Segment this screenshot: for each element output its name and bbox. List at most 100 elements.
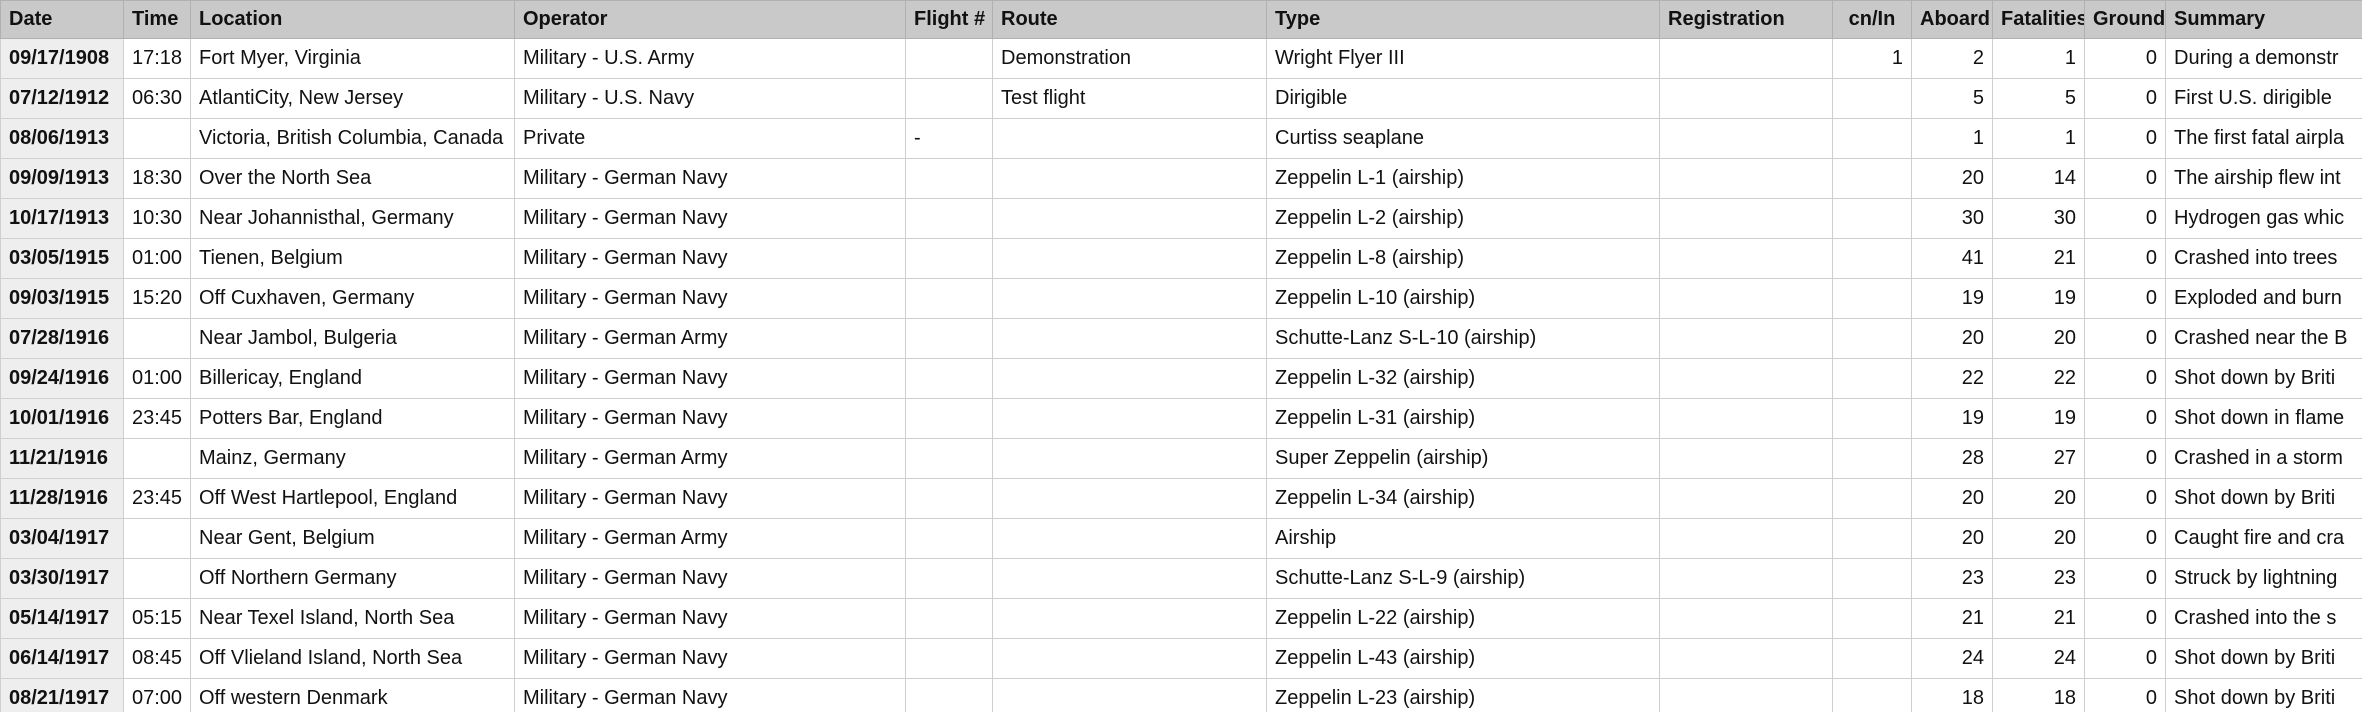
cell-flight-number[interactable] [905,638,993,679]
cell-location[interactable]: Potters Bar, England [190,398,515,439]
cell-date[interactable]: 03/05/1915 [0,238,124,279]
cell-flight-number[interactable] [905,278,993,319]
cell-registration[interactable] [1659,78,1833,119]
cell-summary[interactable]: Crashed into the s [2165,598,2362,639]
cell-route[interactable] [992,438,1267,479]
cell-date[interactable]: 09/24/1916 [0,358,124,399]
cell-time[interactable]: 01:00 [123,238,191,279]
column-header-summary[interactable]: Summary [2165,0,2362,39]
cell-flight-number[interactable] [905,198,993,239]
cell-ground[interactable]: 0 [2084,398,2166,439]
cell-fatalities[interactable]: 24 [1992,638,2085,679]
cell-cn-in[interactable] [1832,438,1912,479]
cell-route[interactable] [992,638,1267,679]
cell-route[interactable] [992,478,1267,519]
cell-aboard[interactable]: 20 [1911,158,1993,199]
cell-operator[interactable]: Military - German Navy [514,358,906,399]
cell-date[interactable]: 03/30/1917 [0,558,124,599]
cell-operator[interactable]: Military - German Navy [514,598,906,639]
cell-cn-in[interactable] [1832,518,1912,559]
column-header-location[interactable]: Location [190,0,515,39]
cell-location[interactable]: Off West Hartlepool, England [190,478,515,519]
cell-type[interactable]: Zeppelin L-1 (airship) [1266,158,1660,199]
cell-fatalities[interactable]: 20 [1992,318,2085,359]
cell-registration[interactable] [1659,158,1833,199]
cell-aboard[interactable]: 24 [1911,638,1993,679]
cell-fatalities[interactable]: 5 [1992,78,2085,119]
cell-type[interactable]: Airship [1266,518,1660,559]
cell-operator[interactable]: Military - German Navy [514,558,906,599]
cell-fatalities[interactable]: 22 [1992,358,2085,399]
column-header-operator[interactable]: Operator [514,0,906,39]
cell-operator[interactable]: Military - German Navy [514,638,906,679]
cell-time[interactable]: 07:00 [123,678,191,712]
cell-location[interactable]: Near Texel Island, North Sea [190,598,515,639]
cell-summary[interactable]: First U.S. dirigible [2165,78,2362,119]
cell-route[interactable] [992,558,1267,599]
cell-fatalities[interactable]: 21 [1992,238,2085,279]
cell-aboard[interactable]: 19 [1911,278,1993,319]
cell-registration[interactable] [1659,398,1833,439]
column-header-aboard[interactable]: Aboard [1911,0,1993,39]
cell-operator[interactable]: Military - U.S. Navy [514,78,906,119]
cell-type[interactable]: Schutte-Lanz S-L-10 (airship) [1266,318,1660,359]
cell-ground[interactable]: 0 [2084,318,2166,359]
cell-route[interactable]: Test flight [992,78,1267,119]
cell-registration[interactable] [1659,678,1833,712]
cell-route[interactable] [992,398,1267,439]
cell-operator[interactable]: Private [514,118,906,159]
cell-time[interactable]: 01:00 [123,358,191,399]
cell-time[interactable] [123,318,191,359]
cell-time[interactable] [123,518,191,559]
cell-ground[interactable]: 0 [2084,558,2166,599]
cell-fatalities[interactable]: 1 [1992,118,2085,159]
cell-type[interactable]: Schutte-Lanz S-L-9 (airship) [1266,558,1660,599]
cell-ground[interactable]: 0 [2084,198,2166,239]
cell-registration[interactable] [1659,638,1833,679]
cell-aboard[interactable]: 20 [1911,478,1993,519]
cell-ground[interactable]: 0 [2084,238,2166,279]
cell-flight-number[interactable] [905,318,993,359]
cell-type[interactable]: Zeppelin L-8 (airship) [1266,238,1660,279]
cell-ground[interactable]: 0 [2084,38,2166,79]
cell-time[interactable] [123,118,191,159]
cell-aboard[interactable]: 22 [1911,358,1993,399]
cell-ground[interactable]: 0 [2084,118,2166,159]
cell-cn-in[interactable]: 1 [1832,38,1912,79]
cell-time[interactable]: 23:45 [123,398,191,439]
cell-date[interactable]: 09/09/1913 [0,158,124,199]
cell-cn-in[interactable] [1832,158,1912,199]
cell-flight-number[interactable] [905,678,993,712]
cell-flight-number[interactable] [905,358,993,399]
cell-operator[interactable]: Military - German Navy [514,678,906,712]
cell-route[interactable] [992,318,1267,359]
cell-flight-number[interactable]: - [905,118,993,159]
cell-registration[interactable] [1659,238,1833,279]
column-header-time[interactable]: Time [123,0,191,39]
cell-location[interactable]: Billericay, England [190,358,515,399]
cell-route[interactable] [992,158,1267,199]
cell-operator[interactable]: Military - German Navy [514,198,906,239]
cell-summary[interactable]: Crashed near the B [2165,318,2362,359]
cell-date[interactable]: 07/28/1916 [0,318,124,359]
cell-flight-number[interactable] [905,598,993,639]
cell-type[interactable]: Zeppelin L-32 (airship) [1266,358,1660,399]
cell-location[interactable]: Off Cuxhaven, Germany [190,278,515,319]
cell-ground[interactable]: 0 [2084,598,2166,639]
cell-cn-in[interactable] [1832,318,1912,359]
cell-summary[interactable]: Exploded and burn [2165,278,2362,319]
column-header-type[interactable]: Type [1266,0,1660,39]
cell-flight-number[interactable] [905,518,993,559]
cell-type[interactable]: Dirigible [1266,78,1660,119]
cell-registration[interactable] [1659,118,1833,159]
cell-date[interactable]: 07/12/1912 [0,78,124,119]
cell-route[interactable] [992,238,1267,279]
cell-summary[interactable]: Shot down by Briti [2165,478,2362,519]
cell-type[interactable]: Zeppelin L-22 (airship) [1266,598,1660,639]
cell-cn-in[interactable] [1832,398,1912,439]
cell-fatalities[interactable]: 20 [1992,518,2085,559]
column-header-route[interactable]: Route [992,0,1267,39]
cell-summary[interactable]: Crashed into trees [2165,238,2362,279]
cell-flight-number[interactable] [905,158,993,199]
cell-registration[interactable] [1659,478,1833,519]
